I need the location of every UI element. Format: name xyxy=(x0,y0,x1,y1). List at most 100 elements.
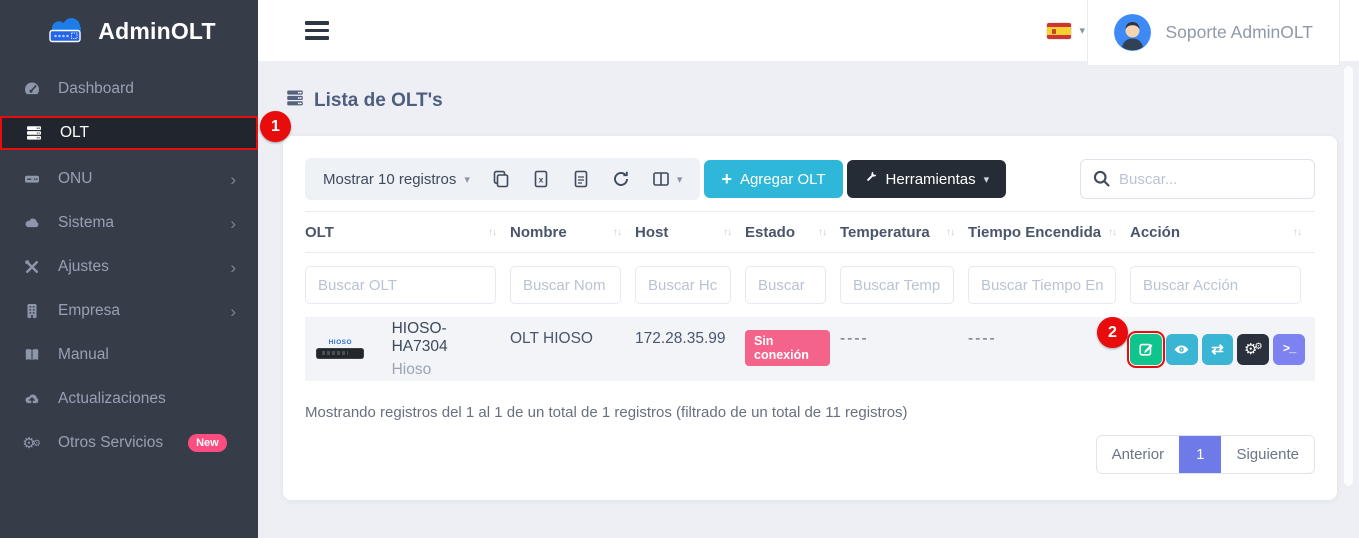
new-badge: New xyxy=(188,434,227,452)
olt-terminal-button[interactable]: >_ xyxy=(1273,334,1305,365)
filter-olt-input[interactable] xyxy=(305,266,496,304)
page-title: Lista de OLT's xyxy=(285,88,1337,114)
column-header-nombre[interactable]: Nombre↑↓ xyxy=(510,212,635,253)
sort-icon[interactable]: ↑↓ xyxy=(818,227,830,238)
topbar: ▾ Soporte AdminOLT xyxy=(258,0,1359,62)
refresh-icon[interactable] xyxy=(612,170,630,188)
sidebar-item-label: Sistema xyxy=(58,214,114,232)
adminolt-logo-icon xyxy=(42,12,88,50)
arrows-swap-icon: ⇄ xyxy=(1211,342,1224,357)
column-header-estado[interactable]: Estado↑↓ xyxy=(745,212,840,253)
user-menu[interactable]: Soporte AdminOLT xyxy=(1087,0,1340,66)
tools-icon xyxy=(22,258,41,277)
menu-toggle-button[interactable] xyxy=(305,17,329,44)
olt-edit-button[interactable] xyxy=(1130,334,1162,365)
brand-logo[interactable]: AdminOLT xyxy=(0,0,258,62)
sidebar-item-dashboard[interactable]: Dashboard xyxy=(0,72,258,106)
filter-temperatura-input[interactable] xyxy=(840,266,954,304)
filter-estado-input[interactable] xyxy=(745,266,826,304)
tools-dropdown-button[interactable]: Herramientas ▾ xyxy=(847,160,1007,198)
pagination-page-1-button[interactable]: 1 xyxy=(1179,436,1221,473)
wrench-icon xyxy=(864,170,878,188)
sort-icon[interactable]: ↑↓ xyxy=(1108,227,1120,238)
language-selector[interactable]: ▾ xyxy=(1047,23,1085,39)
sidebar-item-olt[interactable]: OLT xyxy=(0,116,258,150)
column-header-olt[interactable]: OLT↑↓ xyxy=(305,212,510,253)
sidebar-item-onu[interactable]: ONU › xyxy=(0,162,258,196)
olt-view-button[interactable] xyxy=(1166,334,1198,365)
caret-down-icon: ▾ xyxy=(1079,24,1085,37)
add-olt-button[interactable]: + Agregar OLT xyxy=(704,160,842,198)
olt-table: OLT↑↓ Nombre↑↓ Host↑↓ Estado↑↓ Temperatu… xyxy=(305,211,1315,381)
server-icon xyxy=(285,88,305,114)
annotation-step-1: 1 xyxy=(260,111,291,142)
sidebar-item-actualizaciones[interactable]: Actualizaciones xyxy=(0,382,258,416)
sidebar-item-manual[interactable]: Manual xyxy=(0,338,258,372)
filter-nombre-input[interactable] xyxy=(510,266,621,304)
sidebar-item-label: Ajustes xyxy=(58,258,109,276)
sort-icon[interactable]: ↑↓ xyxy=(488,227,500,238)
copy-icon[interactable] xyxy=(492,170,510,188)
sidebar-item-label: Dashboard xyxy=(58,80,134,98)
column-visibility-dropdown[interactable]: ▾ xyxy=(652,170,683,188)
annotation-step-2: 2 xyxy=(1097,317,1128,348)
filter-tiempo-input[interactable] xyxy=(968,266,1116,304)
chevron-right-icon: › xyxy=(230,259,236,276)
chevron-right-icon: › xyxy=(230,171,236,188)
export-file-icon[interactable] xyxy=(572,170,590,188)
plus-icon: + xyxy=(721,170,732,188)
caret-down-icon: ▾ xyxy=(464,173,470,186)
sidebar-item-sistema[interactable]: Sistema › xyxy=(0,206,258,240)
sidebar-item-label: OLT xyxy=(60,124,89,142)
sidebar-item-label: Actualizaciones xyxy=(58,390,166,408)
table-filter-row xyxy=(305,253,1315,318)
sidebar-item-otros-servicios[interactable]: ⚙⚙ Otros Servicios New xyxy=(0,426,258,460)
sidebar-item-empresa[interactable]: Empresa › xyxy=(0,294,258,328)
olt-settings-button[interactable]: ⚙⚙ xyxy=(1237,334,1269,365)
sidebar-item-label: Otros Servicios xyxy=(58,434,163,452)
column-header-host[interactable]: Host↑↓ xyxy=(635,212,745,253)
olt-list-card: Mostrar 10 registros ▾ x xyxy=(283,136,1337,500)
brand-name: AdminOLT xyxy=(98,18,215,45)
chevron-right-icon: › xyxy=(230,215,236,232)
sidebar-item-label: ONU xyxy=(58,170,92,188)
olt-sync-button[interactable]: ⇄ xyxy=(1202,334,1234,365)
pagination-next-button[interactable]: Siguiente xyxy=(1221,436,1314,473)
sidebar-item-label: Empresa xyxy=(58,302,120,320)
olt-vendor: Hioso xyxy=(392,361,500,379)
server-icon xyxy=(24,124,43,143)
column-header-accion[interactable]: Acción↑↓ xyxy=(1130,212,1315,253)
sort-icon[interactable]: ↑↓ xyxy=(1293,227,1305,238)
sort-icon[interactable]: ↑↓ xyxy=(946,227,958,238)
export-excel-icon[interactable]: x xyxy=(532,170,550,188)
filter-host-input[interactable] xyxy=(635,266,731,304)
filter-accion-input[interactable] xyxy=(1130,266,1301,304)
gears-icon: ⚙⚙ xyxy=(22,434,41,453)
sidebar: AdminOLT Dashboard OLT ONU › xyxy=(0,0,258,538)
show-entries-dropdown[interactable]: Mostrar 10 registros ▾ xyxy=(323,171,470,188)
search-input[interactable] xyxy=(1080,159,1315,199)
sort-icon[interactable]: ↑↓ xyxy=(613,227,625,238)
book-icon xyxy=(22,346,41,365)
avatar xyxy=(1114,14,1151,51)
sidebar-item-ajustes[interactable]: Ajustes › xyxy=(0,250,258,284)
pagination-previous-button[interactable]: Anterior xyxy=(1097,436,1180,473)
table-footer: Mostrando registros del 1 al 1 de un tot… xyxy=(305,404,1315,474)
column-header-tiempo-encendida[interactable]: Tiempo Encendida↑↓ xyxy=(968,212,1130,253)
records-summary: Mostrando registros del 1 al 1 de un tot… xyxy=(305,404,1315,421)
onu-device-icon xyxy=(22,170,41,189)
olt-model: HIOSO-HA7304 xyxy=(392,320,500,356)
main-area: ▾ Soporte AdminOLT Lista de OLT's xyxy=(258,0,1359,538)
scrollbar[interactable] xyxy=(1344,66,1353,486)
terminal-icon: >_ xyxy=(1283,342,1295,356)
olt-host: 172.28.35.99 xyxy=(635,330,726,347)
olt-device-image: HIOSO xyxy=(313,339,368,359)
sort-icon[interactable]: ↑↓ xyxy=(723,227,735,238)
column-header-temperatura[interactable]: Temperatura↑↓ xyxy=(840,212,968,253)
sidebar-item-label: Manual xyxy=(58,346,109,364)
sidebar-nav: Dashboard OLT ONU › Sistema › xyxy=(0,62,258,460)
caret-down-icon: ▾ xyxy=(677,173,683,186)
table-search xyxy=(1080,159,1315,199)
search-icon xyxy=(1092,169,1111,193)
row-actions: ⇄ ⚙⚙ >_ xyxy=(1130,334,1305,365)
